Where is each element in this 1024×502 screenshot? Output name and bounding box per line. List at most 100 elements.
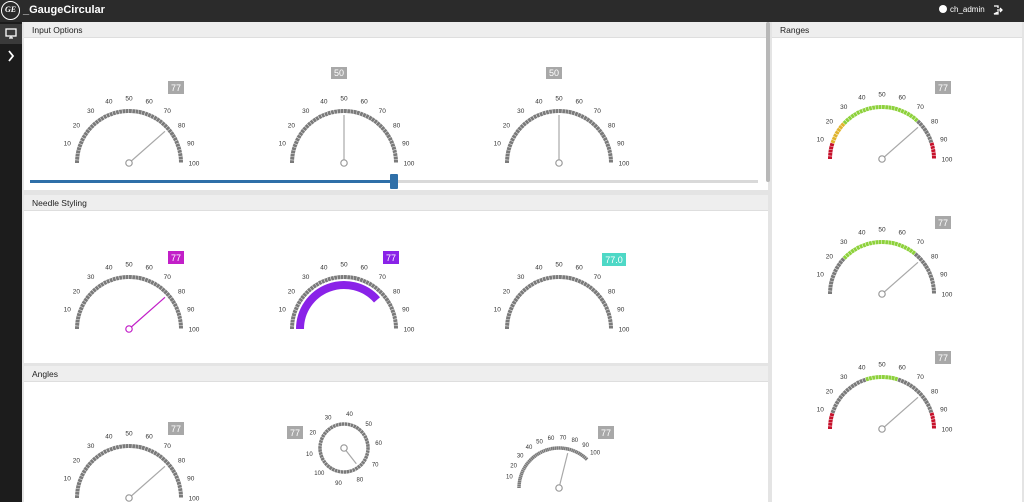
gauge-arc-segment <box>850 248 855 254</box>
gauge-arc-segment <box>828 146 834 150</box>
gauge-value-text: 50 <box>549 68 559 78</box>
user-name[interactable]: ch_admin <box>950 5 985 14</box>
gauge-arc-segment <box>102 449 108 455</box>
ranges-header: Ranges <box>772 22 1022 38</box>
gauge-arc-segment <box>293 140 299 145</box>
gauge-arc-segment <box>828 281 834 285</box>
gauge-tick-label: 90 <box>940 136 948 143</box>
gauge-arc-segment <box>593 123 599 129</box>
gauge-arc-segment <box>81 300 87 305</box>
gauge-tick-label: 10 <box>279 306 286 313</box>
gauge-arc-segment <box>891 240 895 246</box>
gauge-tick-label: 50 <box>878 227 886 234</box>
gauge-arc-segment <box>510 303 515 308</box>
gauge-arc-segment <box>530 281 535 287</box>
nav-monitor-button[interactable] <box>0 24 22 44</box>
gauge-arc-segment <box>346 469 350 474</box>
gauge-arc-segment <box>918 392 924 397</box>
panel-title: Needle Styling <box>32 198 87 208</box>
gauge-tick-label: 30 <box>87 443 95 450</box>
gauge-arc-segment <box>171 469 177 474</box>
gauge-arc-segment <box>77 143 83 148</box>
gauge-arc-segment <box>83 297 89 303</box>
gauge-arc-segment <box>326 464 331 469</box>
gauge-arc-segment <box>922 127 928 132</box>
gauge-arc-segment <box>89 458 95 464</box>
gauge-tick-label: 20 <box>288 288 296 295</box>
gauge-tick-label: 70 <box>594 108 602 115</box>
gauge-arc-segment <box>845 252 850 258</box>
gauge-arc-segment <box>112 276 117 282</box>
logout-icon[interactable] <box>993 5 1003 15</box>
gauge-tick-label: 40 <box>526 445 533 451</box>
gauge-arc-segment <box>177 149 182 154</box>
gauge-arc-segment <box>165 292 171 297</box>
gauge-tick-label: 40 <box>535 99 543 106</box>
gauge-tick-label: 100 <box>404 161 415 168</box>
gauge-arc-segment <box>541 449 545 454</box>
gauge-tick-label: 100 <box>590 450 601 456</box>
gauge-arc-segment <box>317 114 323 120</box>
gauge-tick-label: 10 <box>279 140 286 147</box>
gauge-arc-segment <box>911 385 917 391</box>
nav-expand-button[interactable] <box>0 46 22 66</box>
gauge-arc-segment <box>539 450 543 455</box>
gauge-arc-segment <box>845 117 850 123</box>
gauge-tick-label: 10 <box>64 140 71 147</box>
gauge-arc-segment <box>927 136 933 141</box>
gauge-arc-segment <box>580 453 584 458</box>
gauge-arc-segment <box>517 292 523 298</box>
gauge-arc-segment <box>532 454 537 459</box>
slider-thumb[interactable] <box>390 174 398 189</box>
monitor-icon <box>5 28 17 39</box>
gauge-arc-segment <box>298 131 304 137</box>
gauge-tick-label: 60 <box>360 99 368 106</box>
gauge-arc-segment <box>833 403 838 408</box>
gauge-arc-segment <box>908 113 914 119</box>
gauge-arc-segment <box>312 283 317 289</box>
gauge-arc-segment <box>141 445 146 451</box>
input-options-header: Input Options <box>24 22 768 38</box>
scrollbar[interactable] <box>766 22 770 182</box>
gauge-tick-label: 80 <box>393 122 401 129</box>
gauge-tick-label: 80 <box>571 438 578 444</box>
gauge-tick-label: 90 <box>940 406 948 413</box>
gauge-arc-segment <box>102 280 108 286</box>
gauge-arc-segment <box>906 111 911 117</box>
gauge-arc-segment <box>112 445 117 451</box>
gauge-arc-segment <box>574 111 579 117</box>
gauge-needle-hub <box>555 484 563 492</box>
gauge-arc-segment <box>177 315 182 320</box>
gauge-arc-segment <box>850 383 855 389</box>
gauge-tick-label: 80 <box>357 478 364 484</box>
gauge-arc-segment <box>833 268 838 273</box>
gauge-arc-segment <box>94 285 100 291</box>
gauge-arc-segment <box>536 112 541 118</box>
gauge-arc-segment <box>525 461 530 465</box>
gauge-value-text: 77 <box>171 83 181 93</box>
gauge-arc-segment <box>85 463 91 469</box>
gauge-arc-segment <box>507 143 513 148</box>
gauge-arc-segment <box>174 306 180 311</box>
gauge-tick-label: 20 <box>510 463 517 469</box>
gauge-arc-segment <box>859 108 864 114</box>
gauge-tick-label: 20 <box>826 253 834 260</box>
gauge-tick-label: 50 <box>125 262 133 269</box>
gauge-arc-segment <box>520 469 525 473</box>
gauge-arc-segment <box>334 468 338 473</box>
gauge-arc-segment <box>585 283 591 289</box>
gauge-arc-segment <box>292 309 298 314</box>
gauge-arc-segment <box>830 274 836 279</box>
gauge-arc-segment <box>312 117 317 123</box>
user-icon <box>939 5 947 13</box>
gauge-arc-segment <box>581 454 586 459</box>
gauge-arc-segment <box>513 297 519 303</box>
gauge-needle-hub <box>125 494 133 502</box>
gauge-arc-segment <box>176 312 182 317</box>
top-bar: GE _GaugeCircular ch_admin <box>0 0 1024 22</box>
gauge-arc-segment <box>583 455 587 460</box>
gauge-needle <box>128 296 166 330</box>
gauge-arc-segment <box>155 283 161 289</box>
gauge-arc-segment <box>570 448 574 453</box>
gauge-arc-segment <box>508 306 514 311</box>
